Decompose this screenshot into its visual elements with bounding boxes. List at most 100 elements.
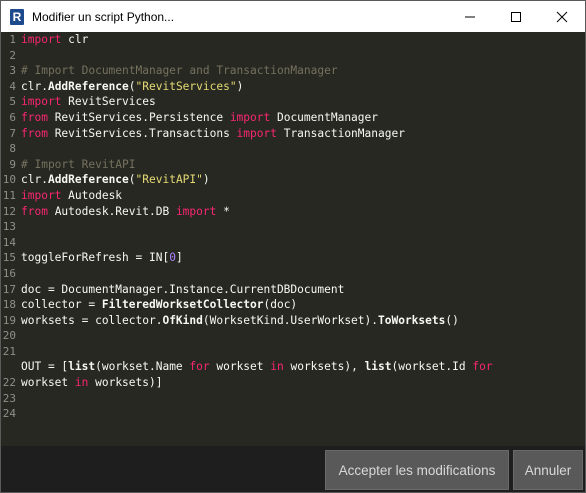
code-token: ( [128,79,136,93]
code-token: RevitServices.Transactions [47,126,237,140]
code-token: (WorksetKind.UserWorkset). [202,313,378,327]
code-line[interactable]: OUT = [list(workset.Name for workset in … [21,359,581,375]
code-line[interactable]: # Import DocumentManager and Transaction… [21,63,581,79]
maximize-icon [511,11,521,22]
code-line[interactable] [21,235,581,251]
code-token: import [21,95,62,109]
code-line[interactable]: worksets = collector.OfKind(WorksetKind.… [21,313,581,329]
code-token: workset [209,360,271,374]
code-token: workset [21,376,75,390]
code-token: (doc) [263,298,298,312]
line-number: 15 [2,251,16,265]
code-token: 0 [169,251,176,265]
code-line[interactable]: import clr [21,32,581,48]
code-line[interactable]: collector = FilteredWorksetCollector(doc… [21,297,581,313]
code-token: TransactionManager [276,126,405,140]
code-token: ] [175,251,183,265]
code-token: RevitServices [61,95,156,109]
minimize-button[interactable] [447,1,493,32]
code-token: import [21,188,62,202]
line-number: 6 [9,110,16,124]
title-bar[interactable]: R Modifier un script Python... [1,1,585,32]
line-number: 23 [2,391,16,405]
code-token: "RevitServices" [135,79,237,93]
code-token: import [175,204,217,218]
code-token: clr. [21,79,48,93]
code-editor[interactable]: 1 2 3 4 5 6 7 8 9 10 11 12 13 14 15 16 17 18 19 20 21 22 23 24 … [1,32,585,446]
code-token: list [68,360,96,374]
line-number: 14 [2,235,16,249]
accept-changes-button[interactable]: Accepter les modifications [325,450,509,490]
code-line[interactable]: toggleForRefresh = IN[0] [21,250,581,266]
code-token: for [472,360,493,374]
code-token: worksets), [283,360,365,374]
line-number: 13 [2,220,16,234]
line-number: 20 [2,329,16,343]
code-line[interactable]: clr.AddReference("RevitAPI") [21,172,581,188]
code-token: ) [202,173,210,187]
code-token: DocumentManager [270,110,379,124]
code-token: AddReference [47,173,129,187]
code-token: FilteredWorksetCollector [101,298,264,312]
code-token: in [74,376,89,390]
line-number: 12 [2,204,16,218]
code-token: collector = [21,298,102,312]
code-line[interactable]: import RevitServices [21,94,581,110]
line-number: 9 [9,157,16,171]
code-token: in [270,360,284,374]
code-line[interactable]: # Import RevitAPI [21,157,581,173]
code-token: import [21,33,62,46]
line-number: 2 [9,48,16,62]
code-line[interactable] [21,328,581,344]
line-number: 8 [9,142,16,156]
line-number: 4 [9,79,16,93]
line-number: 5 [9,95,16,109]
code-area[interactable]: import clr # Import DocumentManager and … [21,32,581,422]
close-button[interactable] [539,1,585,32]
code-line[interactable] [21,406,581,422]
code-line[interactable] [21,141,581,157]
code-line[interactable]: from Autodesk.Revit.DB import * [21,204,581,220]
code-token: (workset.Name [95,360,190,374]
code-line[interactable] [21,48,581,64]
code-token: "RevitAPI" [135,173,203,187]
code-token: for [189,360,210,374]
maximize-button[interactable] [493,1,539,32]
line-number: 18 [2,298,16,312]
line-number-gutter: 1 2 3 4 5 6 7 8 9 10 11 12 13 14 15 16 17 18 19 20 21 22 23 24 [1,32,18,446]
code-line[interactable]: import Autodesk [21,188,581,204]
code-line[interactable]: doc = DocumentManager.Instance.CurrentDB… [21,282,581,298]
minimize-icon [465,16,475,17]
code-token: from [21,110,48,124]
code-token: AddReference [47,79,129,93]
code-line[interactable]: from RevitServices.Persistence import Do… [21,110,581,126]
script-editor-window: R Modifier un script Python... 12 34 56 7 89… [0,0,586,493]
line-number: 10 [2,173,16,187]
code-line[interactable]: workset in worksets)] [21,375,581,391]
line-number: 7 [9,126,16,140]
code-line[interactable]: clr.AddReference("RevitServices") [21,79,581,95]
code-token: OUT = [ [21,360,69,374]
code-token: import [229,110,271,124]
line-number: 16 [2,266,16,280]
line-number: 21 [2,344,16,358]
code-line[interactable] [21,391,581,407]
cancel-button[interactable]: Annuler [513,450,583,490]
code-token: () [445,313,459,327]
code-line[interactable]: from RevitServices.Transactions import T… [21,126,581,142]
dialog-footer: Accepter les modifications Annuler [1,446,585,492]
close-icon [556,11,568,22]
line-number: 11 [2,188,16,202]
code-line[interactable] [21,266,581,282]
code-line[interactable] [21,219,581,235]
line-number: 24 [2,407,16,421]
code-token: RevitServices.Persistence [47,110,230,124]
code-line[interactable] [21,344,581,360]
window-title: Modifier un script Python... [32,9,175,24]
code-token: Autodesk [61,188,123,202]
code-token: doc = DocumentManager.Instance.CurrentDB… [21,282,345,296]
code-token: worksets)] [88,376,163,390]
code-token: ( [128,173,136,187]
line-number: 3 [9,64,16,78]
line-number: 19 [2,313,16,327]
